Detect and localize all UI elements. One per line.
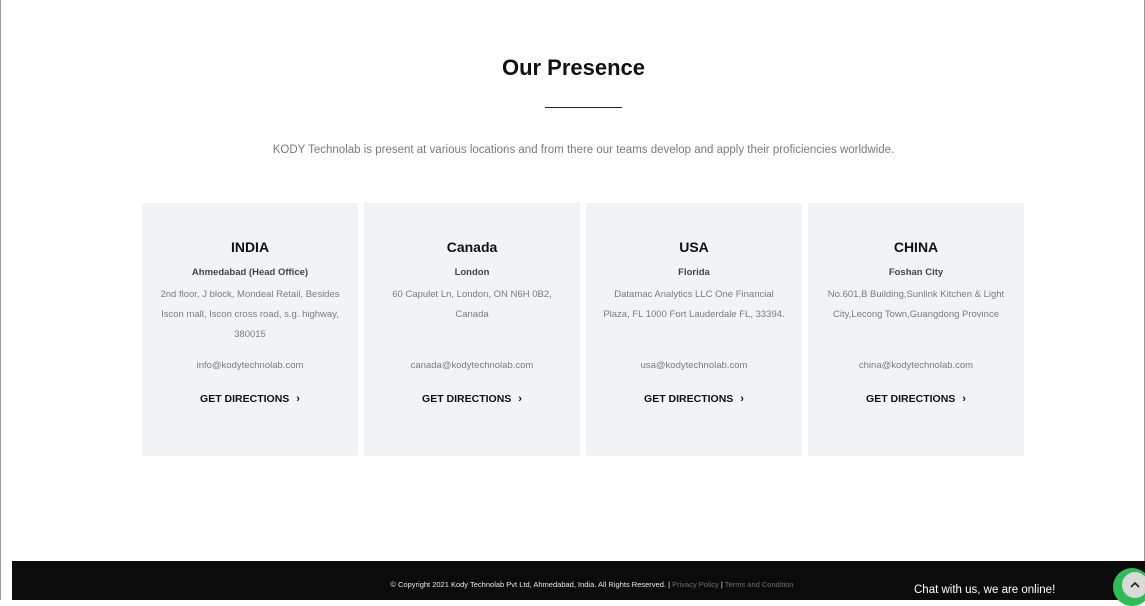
get-directions-label: GET DIRECTIONS: [866, 393, 956, 405]
location-email[interactable]: info@kodytechnolab.com: [142, 360, 358, 371]
section-intro: KODY Technolab is present at various loc…: [272, 144, 895, 156]
location-card-canada: Canada London 60 Capulet Ln, London, ON …: [364, 203, 580, 456]
location-card-usa: USA Florida Datamac Analytics LLC One Fi…: [586, 203, 802, 456]
chevron-up-icon: [1130, 581, 1140, 588]
get-directions-link[interactable]: GET DIRECTIONS ›: [364, 393, 580, 405]
location-address: No.601,B Building,Sunlink Kitchen & Ligh…: [827, 289, 1005, 320]
location-email[interactable]: china@kodytechnolab.com: [808, 360, 1024, 371]
get-directions-label: GET DIRECTIONS: [422, 393, 512, 405]
location-country: USA: [679, 239, 709, 255]
chevron-right-icon: ›: [962, 393, 966, 405]
chat-prompt[interactable]: Chat with us, we are online!: [914, 584, 1055, 596]
footer-separator: |: [668, 580, 671, 589]
privacy-policy-link[interactable]: Privacy Policy: [672, 580, 719, 589]
location-address: Datamac Analytics LLC One Financial Plaz…: [603, 289, 785, 320]
location-city: Foshan City: [888, 267, 944, 278]
scroll-top-button[interactable]: [1122, 572, 1145, 598]
location-city: Ahmedabad (Head Office): [191, 267, 309, 278]
location-email[interactable]: canada@kodytechnolab.com: [364, 360, 580, 371]
page-frame: Our Presence KODY Technolab is present a…: [0, 0, 1145, 606]
get-directions-link[interactable]: GET DIRECTIONS ›: [586, 393, 802, 405]
location-country: INDIA: [230, 239, 270, 255]
chevron-right-icon: ›: [740, 393, 744, 405]
section-title: Our Presence: [501, 55, 646, 80]
location-country: Canada: [446, 239, 498, 255]
site-footer: © Copyright 2021 Kody Technolab Pvt Ltd,…: [12, 561, 1145, 606]
chat-widget-icon[interactable]: [1113, 568, 1145, 606]
footer-separator: |: [720, 580, 723, 589]
copyright-text: © Copyright 2021 Kody Technolab Pvt Ltd,…: [390, 580, 666, 589]
get-directions-link[interactable]: GET DIRECTIONS ›: [808, 393, 1024, 405]
terms-link[interactable]: Terms and Condition: [725, 580, 794, 589]
title-underline: [545, 107, 622, 108]
location-address: 2nd floor, J block, Mondeal Retail, Besi…: [160, 289, 340, 340]
location-email[interactable]: usa@kodytechnolab.com: [586, 360, 802, 371]
get-directions-label: GET DIRECTIONS: [644, 393, 734, 405]
location-country: CHINA: [893, 239, 939, 255]
location-address: 60 Capulet Ln, London, ON N6H 0B2, Canad…: [392, 289, 552, 320]
location-city: Florida: [678, 267, 710, 278]
location-card-india: INDIA Ahmedabad (Head Office) 2nd floor,…: [142, 203, 358, 456]
get-directions-label: GET DIRECTIONS: [200, 393, 290, 405]
chevron-right-icon: ›: [518, 393, 522, 405]
locations-grid: INDIA Ahmedabad (Head Office) 2nd floor,…: [142, 203, 1024, 456]
get-directions-link[interactable]: GET DIRECTIONS ›: [142, 393, 358, 405]
chevron-right-icon: ›: [296, 393, 300, 405]
location-card-china: CHINA Foshan City No.601,B Building,Sunl…: [808, 203, 1024, 456]
location-city: London: [454, 267, 490, 278]
